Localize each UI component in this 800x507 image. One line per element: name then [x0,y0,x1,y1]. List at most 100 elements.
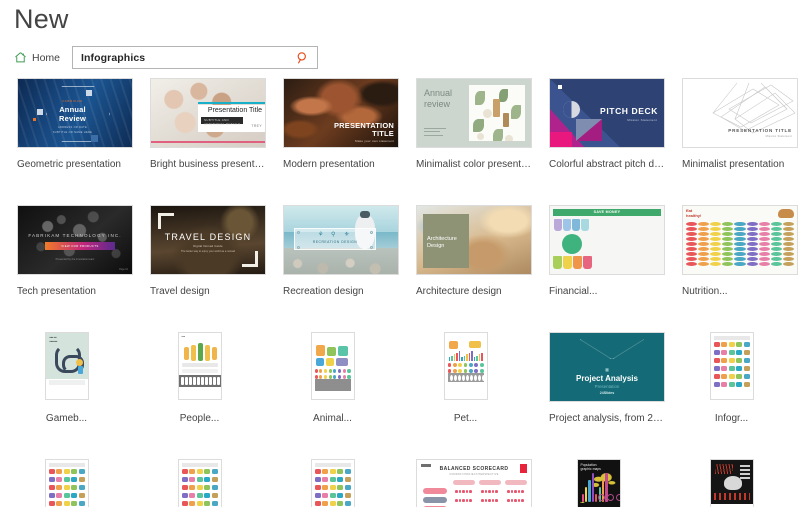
thumbnail-wrap: ▦ Project Analysis Presentation 24Slides [532,332,665,402]
thumbnail-wrap: ■■■ [133,332,266,402]
template-thumbnail[interactable]: TRAVEL DESIGN Digital Nomad Guide The bet… [150,205,266,275]
template-label: Minimalist presentation [682,159,785,170]
template-card[interactable]: Seque... [0,459,133,507]
template-thumbnail[interactable] [709,332,754,400]
thumbnail-wrap [399,332,532,402]
template-row: Seque... Infographi... Supply... BALANCE… [0,459,800,507]
thumbnail-wrap: BALANCED SCORECARD COMPANY/PROJECT/PERSPE… [399,459,532,507]
template-label: Financial... [549,286,598,297]
template-row: FABRIKAM Annual Review ADDRESS OR DATE SU… [0,78,800,170]
template-card[interactable]: Pet... [399,332,532,424]
template-card[interactable]: Animal... [266,332,399,424]
template-thumbnail[interactable]: Annual review [416,78,532,148]
template-card[interactable]: Populationgraphic maps ■■■Population... [532,459,665,507]
thumbnail-wrap [266,332,399,402]
thumbnail-wrap: PRESENTATION TITLE Mission Statement [665,78,798,148]
template-label: Tech presentation [17,286,96,297]
template-card[interactable]: SAVE MONEY Financial... [532,205,665,297]
template-label: Pet... [453,413,478,424]
template-thumbnail[interactable]: Presentation Title SUBTITLE AND ADDITION… [150,78,266,148]
search-icon[interactable] [296,51,310,65]
template-card[interactable]: ⚘ ⚲ ⚜ RECREATION DESIGN Recreation design [266,205,399,297]
thumbnail-wrap: PITCH DECK Mission Statement [532,78,665,148]
template-card[interactable]: TRAVEL DESIGN Digital Nomad Guide The bet… [133,205,266,297]
search-input[interactable]: Infographics [72,46,319,69]
template-thumbnail[interactable]: PRESENTATION TITLE Make your own statemen… [283,78,399,148]
template-label: Bright business presentation [150,159,266,170]
template-row: FABRIKAM TECHNOLOGY INC. VIEW OUR PRODUC… [0,205,800,297]
template-label: Recreation design [283,286,364,297]
template-card[interactable]: ■■■ ■■ ■■■■■■ Gameb... [0,332,133,424]
template-label: Architecture design [416,286,502,297]
template-card[interactable]: Architecture Design Architecture design [399,205,532,297]
home-label: Home [32,51,61,64]
template-label: Infogr... [714,413,749,424]
template-card[interactable]: PRESENTATION TITLE Make your own statemen… [266,78,399,170]
home-button[interactable]: Home [12,46,66,69]
template-grid: FABRIKAM Annual Review ADDRESS OR DATE SU… [0,78,800,507]
template-thumbnail[interactable]: Eat healthy! [682,205,798,275]
template-thumbnail[interactable]: FABRIKAM TECHNOLOGY INC. VIEW OUR PRODUC… [17,205,133,275]
template-thumbnail[interactable]: Architecture Design [416,205,532,275]
template-card[interactable]: FABRIKAM Annual Review ADDRESS OR DATE SU… [0,78,133,170]
thumbnail-wrap [133,459,266,507]
template-label: Animal... [313,413,352,424]
template-thumbnail[interactable] [310,332,355,400]
template-label: Travel design [150,286,210,297]
template-thumbnail[interactable] [310,459,355,507]
template-label: Geometric presentation [17,159,121,170]
template-card[interactable]: Presentation Title SUBTITLE AND ADDITION… [133,78,266,170]
template-thumbnail[interactable] [44,459,89,507]
template-card[interactable]: PRESENTATION TITLE Mission Statement Minim… [665,78,798,170]
template-thumbnail[interactable]: Population graphic maps ■■■ [576,459,621,507]
template-card[interactable]: BALANCED SCORECARD COMPANY/PROJECT/PERSPE… [399,459,532,507]
search-input-value[interactable]: Infographics [73,52,296,64]
template-thumbnail[interactable]: PITCH DECK Mission Statement [549,78,665,148]
template-card[interactable]: ■■■ People... [133,332,266,424]
template-thumbnail[interactable]: ■■■ [177,332,222,400]
template-label: People... [179,413,220,424]
thumbnail-wrap: SAVE MONEY [532,205,665,275]
template-label: Gameb... [45,413,88,424]
template-thumbnail[interactable]: ⚘ ⚲ ⚜ RECREATION DESIGN [283,205,399,275]
thumbnail-wrap: Architecture Design [399,205,532,275]
thumbnail-wrap [665,459,798,507]
template-thumbnail[interactable]: ▦ Project Analysis Presentation 24Slides [549,332,665,402]
thumbnail-wrap: Population graphic maps ■■■ [532,459,665,507]
template-card[interactable]: PITCH DECK Mission Statement Colorful abst… [532,78,665,170]
template-thumbnail[interactable] [177,459,222,507]
template-label: Nutrition... [682,286,728,297]
template-card[interactable]: Eat healthy! Nutrition... [665,205,798,297]
thumbnail-wrap: FABRIKAM Annual Review ADDRESS OR DATE SU… [0,78,133,148]
template-label: Project analysis, from 24Slides [549,413,665,424]
thumbnail-wrap: FABRIKAM TECHNOLOGY INC. VIEW OUR PRODUC… [0,205,133,275]
template-card[interactable]: Supply... [266,459,399,507]
home-icon [14,51,27,64]
template-card[interactable]: ▦ Project Analysis Presentation 24Slides Pr… [532,332,665,424]
thumbnail-wrap [0,459,133,507]
template-card[interactable]: Infogr... [665,332,798,424]
template-card[interactable]: Annual review Minimalist color presentati… [399,78,532,170]
template-thumbnail[interactable] [709,459,754,507]
template-card[interactable]: Fashio... [665,459,798,507]
template-thumbnail[interactable]: FABRIKAM Annual Review ADDRESS OR DATE SU… [17,78,133,148]
template-thumbnail[interactable]: SAVE MONEY [549,205,665,275]
thumbnail-wrap: ■■■ ■■ ■■■■■■ [0,332,133,402]
template-card[interactable]: FABRIKAM TECHNOLOGY INC. VIEW OUR PRODUC… [0,205,133,297]
template-card[interactable]: Infographi... [133,459,266,507]
page-title: New [14,4,69,34]
template-label: Colorful abstract pitch deck [549,159,665,170]
new-presentation-page: New Home Infographics FABRIKAM Annual Re… [0,0,800,507]
template-row: ■■■ ■■ ■■■■■■ Gameb... ■■■ People... Ani… [0,332,800,424]
thumbnail-wrap: Annual review [399,78,532,148]
template-thumbnail[interactable]: PRESENTATION TITLE Mission Statement [682,78,798,148]
template-thumbnail[interactable] [443,332,488,400]
search-bar: Home Infographics [12,46,319,69]
thumbnail-wrap: PRESENTATION TITLE Make your own statemen… [266,78,399,148]
thumbnail-wrap: Eat healthy! [665,205,798,275]
template-label: Minimalist color presentation [416,159,532,170]
thumbnail-wrap [266,459,399,507]
template-thumbnail[interactable]: ■■■ ■■ ■■■■■■ [44,332,89,400]
template-thumbnail[interactable]: BALANCED SCORECARD COMPANY/PROJECT/PERSPE… [416,459,532,507]
thumbnail-wrap: TRAVEL DESIGN Digital Nomad Guide The bet… [133,205,266,275]
